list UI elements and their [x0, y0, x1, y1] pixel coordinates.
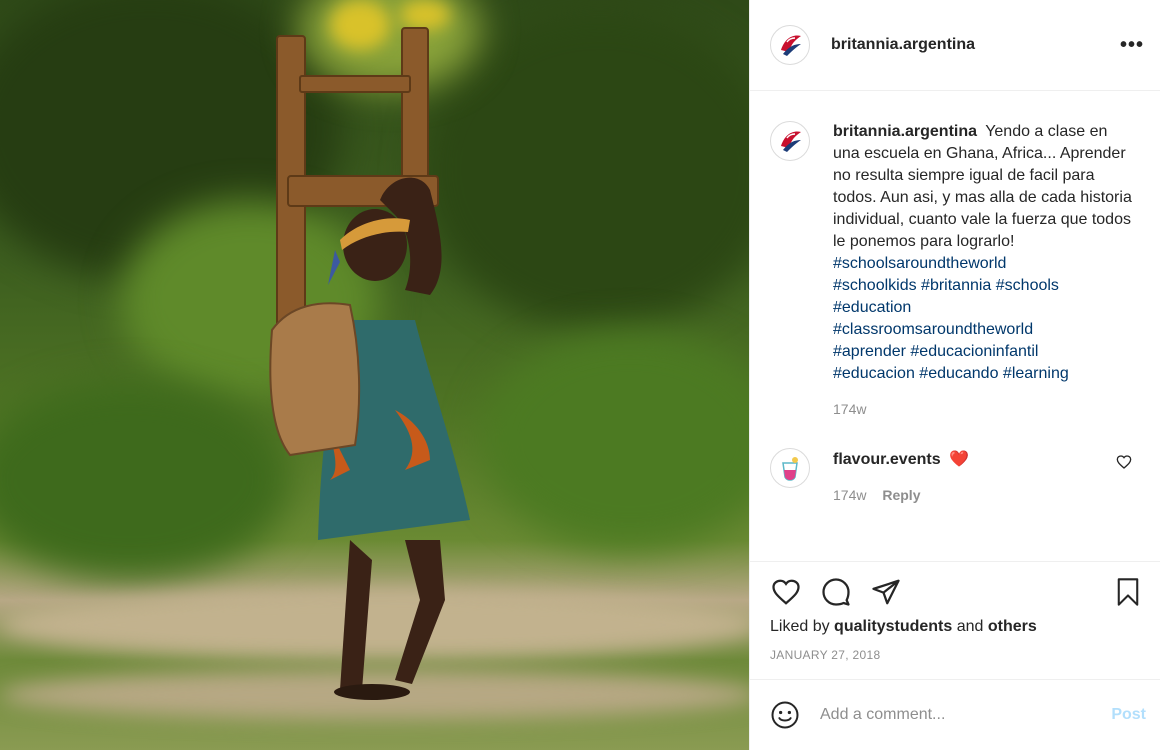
caption-timestamp[interactable]: 174w: [833, 401, 866, 417]
britannia-logo-icon: [773, 28, 807, 62]
reply-button[interactable]: Reply: [882, 487, 920, 503]
caption-text: Yendo a clase en una escuela en Ghana, A…: [833, 123, 1132, 250]
comments-section: britannia.argentina Yendo a clase en una…: [750, 91, 1160, 561]
post-actions: Liked by qualitystudents and others JANU…: [750, 561, 1160, 679]
save-bookmark-icon[interactable]: [1112, 576, 1144, 608]
caption-comment: britannia.argentina Yendo a clase en una…: [770, 121, 1144, 420]
girl-with-chair-figure: [269, 27, 470, 700]
liked-and: and: [952, 618, 988, 635]
flavour-logo-icon: [773, 451, 807, 485]
reply-meta: 174w Reply: [833, 484, 1133, 506]
reply-username[interactable]: flavour.events: [833, 451, 941, 468]
share-send-icon[interactable]: [870, 576, 902, 608]
hashtag-link[interactable]: #education: [833, 299, 911, 316]
comment-input[interactable]: [820, 706, 1112, 724]
avatar[interactable]: [770, 448, 810, 488]
liked-user-link[interactable]: qualitystudents: [834, 618, 952, 635]
like-heart-icon[interactable]: [770, 576, 802, 608]
liked-others-link[interactable]: others: [988, 618, 1037, 635]
liked-prefix: Liked by: [770, 618, 835, 635]
hashtag-link[interactable]: #schoolkids #britannia #schools: [833, 277, 1059, 294]
post-date[interactable]: JANUARY 27, 2018: [770, 648, 1144, 662]
hashtag-link[interactable]: #aprender #educacioninfantil: [833, 343, 1038, 360]
post-side-panel: britannia.argentina ••• britannia.argent…: [749, 0, 1160, 750]
post-header: britannia.argentina •••: [750, 0, 1160, 91]
avatar[interactable]: [770, 25, 810, 65]
hashtag-link[interactable]: #educacion #educando #learning: [833, 365, 1069, 382]
add-comment-bar: Post: [750, 679, 1160, 750]
caption-body: britannia.argentina Yendo a clase en una…: [833, 121, 1133, 420]
comment-bubble-icon[interactable]: [820, 576, 852, 608]
header-username[interactable]: britannia.argentina: [831, 36, 975, 54]
post-photo[interactable]: [0, 0, 749, 750]
reply-timestamp[interactable]: 174w: [833, 487, 866, 503]
reply-comment: flavour.events ❤️ 174w Reply: [770, 448, 1144, 506]
liked-by-text: Liked by qualitystudents and others: [770, 618, 1144, 636]
avatar[interactable]: [770, 121, 810, 161]
more-options-icon[interactable]: •••: [1120, 35, 1144, 55]
emoji-smiley-icon[interactable]: [770, 700, 800, 730]
action-icons-row: [770, 576, 1144, 608]
hashtag-link[interactable]: #schoolsaroundtheworld: [833, 255, 1006, 272]
heart-emoji-icon: ❤️: [949, 449, 969, 468]
hashtag-link[interactable]: #classroomsaroundtheworld: [833, 321, 1033, 338]
britannia-logo-icon: [773, 124, 807, 158]
reply-body: flavour.events ❤️ 174w Reply: [833, 448, 1133, 506]
post-comment-button[interactable]: Post: [1111, 706, 1146, 724]
instagram-post: britannia.argentina ••• britannia.argent…: [0, 0, 1160, 750]
caption-username[interactable]: britannia.argentina: [833, 123, 977, 140]
caption-meta: 174w: [833, 398, 1133, 420]
like-comment-heart-icon[interactable]: [1116, 454, 1132, 470]
